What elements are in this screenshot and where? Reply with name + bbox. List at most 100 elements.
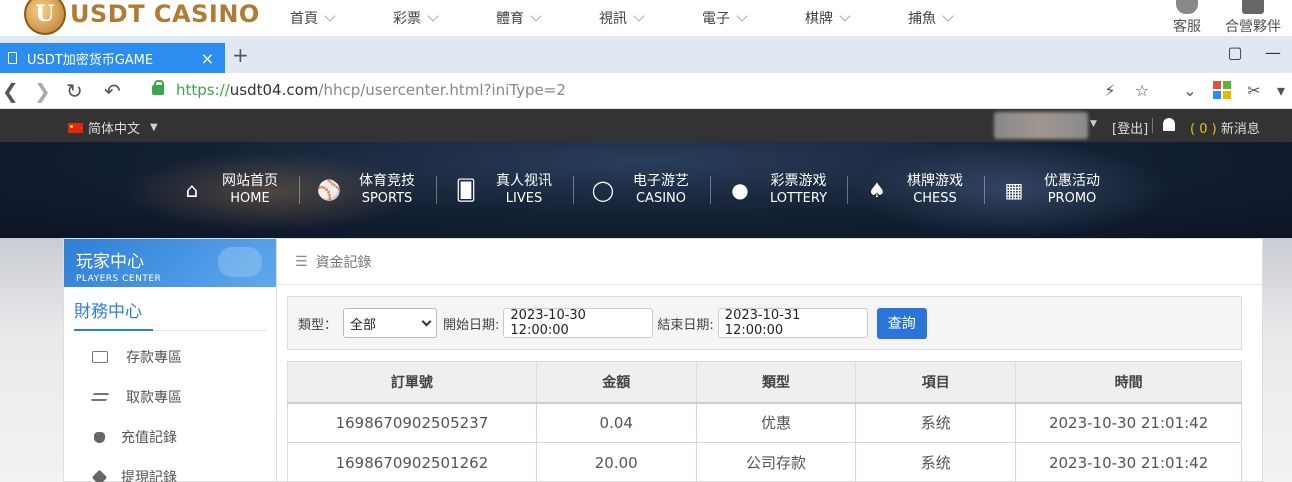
cell-type: 优惠 — [695, 402, 857, 443]
divider — [1152, 118, 1153, 133]
site-main-nav: 首頁 彩票 體育 視訊 電子 棋牌 捕魚 — [290, 8, 1011, 28]
category-cn: 体育竞技 — [359, 173, 415, 189]
shirt-icon[interactable]: ▢ — [1216, 43, 1254, 62]
browser-tab-active[interactable]: USDT加密货币GAME × — [0, 43, 225, 73]
category-lottery[interactable]: ● 彩票游戏 LOTTERY — [710, 172, 865, 208]
category-casino[interactable]: ◯ 电子游艺 CASINO — [573, 172, 728, 208]
start-date-input[interactable]: 2023-10-30 12:00:00 — [503, 308, 654, 338]
nav-home[interactable]: 首頁 — [290, 8, 393, 28]
site-top-nav: U USDT CASINO 首頁 彩票 體育 視訊 電子 棋牌 捕魚 客服 合營… — [0, 0, 1292, 37]
logout-link[interactable]: [登出] — [1112, 118, 1148, 137]
new-tab-button[interactable]: + — [232, 43, 249, 67]
cell-time: 2023-10-30 21:01:42 — [1015, 442, 1242, 482]
category-en: CASINO — [635, 191, 686, 206]
chat-bubble-icon — [1176, 0, 1198, 14]
sidebar-item-label: 充值記錄 — [121, 430, 177, 446]
star-icon[interactable]: ☆ — [1126, 81, 1158, 100]
category-lives[interactable]: 🂠 真人视讯 LIVES — [436, 172, 591, 208]
sidebar-item-label: 存款專區 — [126, 350, 182, 366]
category-promo[interactable]: ▦ 优惠活动 PROMO — [984, 172, 1139, 208]
category-en: SPORTS — [361, 191, 413, 206]
caret-down-icon: ▼ — [150, 122, 158, 133]
panel-header: ☰ 資金記錄 — [277, 239, 1262, 285]
chevron-down-icon — [736, 10, 748, 22]
nav-sports[interactable]: 體育 — [496, 8, 599, 28]
back-icon[interactable]: ❮ — [2, 79, 19, 103]
column-header-type: 類型 — [695, 361, 857, 404]
category-home[interactable]: ⌂ 网站首页 HOME — [180, 172, 317, 208]
messages-link[interactable]: ( 0 ) 新消息 — [1190, 118, 1260, 137]
divider — [1158, 81, 1174, 100]
partner-link[interactable]: 合營夥伴 — [1222, 0, 1284, 36]
table-row: 1698670902501262 20.00 公司存款 系统 2023-10-3… — [287, 442, 1242, 482]
category-en: LOTTERY — [770, 191, 828, 206]
minimize-icon[interactable]: — — [1254, 43, 1292, 62]
reload-icon[interactable]: ↻ — [66, 79, 83, 103]
language-selector[interactable]: 简体中文 ▼ — [68, 118, 158, 137]
caret-down-icon[interactable]: ▾ — [1270, 81, 1292, 100]
nav-label: 視訊 — [599, 11, 627, 27]
card-icon — [92, 351, 108, 363]
category-nav: ⌂ 网站首页 HOME ⚾ 体育竞技 SPORTS 🂠 真人视讯 LIVES ◯ 电子… — [180, 172, 1139, 208]
username-redacted[interactable] — [994, 112, 1088, 139]
menu-icon: ☰ — [295, 253, 308, 270]
column-header-item: 項目 — [855, 361, 1017, 404]
sidebar-item-deposit[interactable]: 存款專區 — [64, 337, 276, 377]
apps-grid-icon[interactable] — [1213, 81, 1231, 99]
document-icon — [8, 52, 17, 64]
nav-chess[interactable]: 棋牌 — [805, 8, 908, 28]
lightning-icon[interactable]: ⚡︎ — [1094, 81, 1126, 100]
chevron-down-icon — [427, 10, 439, 22]
customer-service-link[interactable]: 客服 — [1164, 0, 1210, 36]
query-button[interactable]: 查詢 — [876, 307, 927, 339]
hero-banner: ⌂ 网站首页 HOME ⚾ 体育竞技 SPORTS 🂠 真人视讯 LIVES ◯ 电子… — [0, 142, 1292, 238]
category-cn: 彩票游戏 — [770, 173, 827, 189]
chevron-down-icon[interactable]: ⌄ — [1174, 81, 1206, 100]
cell-item: 系统 — [855, 442, 1017, 482]
home-icon: ⌂ — [185, 178, 199, 202]
table-row: 1698670902505237 0.04 优惠 系统 2023-10-30 2… — [287, 402, 1242, 443]
sidebar-item-withdraw[interactable]: 取款專區 — [64, 377, 276, 417]
bell-icon[interactable] — [1163, 118, 1175, 131]
category-cn: 电子游艺 — [633, 173, 689, 189]
category-chess[interactable]: ♠ 棋牌游戏 CHESS — [847, 172, 1002, 208]
cell-order-id: 1698670902501262 — [287, 442, 537, 482]
category-sports[interactable]: ⚾ 体育竞技 SPORTS — [299, 172, 454, 208]
url-domain: usdt04.com — [229, 81, 319, 99]
scissors-icon[interactable]: ✂ — [1238, 81, 1270, 100]
sidebar-item-recharge-records[interactable]: 充值記錄 — [64, 417, 276, 457]
cell-amount: 0.04 — [535, 402, 697, 443]
forward-icon[interactable]: ❯ — [34, 79, 51, 103]
tab-title: USDT加密货币GAME — [27, 52, 154, 68]
player-center-sidebar: 玩家中心 PLAYERS CENTER 財務中心 存款專區 取款專區 充值記錄 … — [63, 238, 277, 482]
url-field[interactable]: https://usdt04.com/hhcp/usercenter.html?… — [152, 80, 566, 99]
close-icon[interactable]: × — [201, 49, 214, 68]
end-date-input[interactable]: 2023-10-31 12:00:00 — [717, 308, 868, 338]
chevron-down-icon — [324, 10, 336, 22]
nav-lottery[interactable]: 彩票 — [393, 8, 496, 28]
caret-down-icon[interactable]: ▼ — [1090, 119, 1097, 129]
type-select[interactable]: 全部 — [343, 308, 438, 338]
category-en: PROMO — [1047, 191, 1097, 206]
messages-count: ( 0 ) — [1190, 122, 1217, 137]
logo-text: USDT CASINO — [70, 0, 260, 28]
cell-time: 2023-10-30 21:01:42 — [1015, 402, 1242, 443]
chevron-down-icon — [942, 10, 954, 22]
sidebar-header: 玩家中心 PLAYERS CENTER — [64, 239, 276, 287]
chevron-down-icon — [633, 10, 645, 22]
nav-fishing[interactable]: 捕魚 — [908, 8, 1011, 28]
start-date-label: 開始日期: — [443, 317, 500, 333]
sidebar-item-withdraw-records[interactable]: 提現記錄 — [64, 457, 276, 482]
filter-bar: 類型： 全部 開始日期: 2023-10-30 12:00:00 結束日期: 2… — [287, 296, 1242, 350]
china-flag-icon — [68, 122, 83, 133]
chevron-down-icon — [530, 10, 542, 22]
type-select-value: 全部 — [350, 317, 377, 333]
nav-live[interactable]: 視訊 — [599, 8, 702, 28]
site-logo[interactable]: U USDT CASINO — [24, 0, 260, 35]
lock-icon — [152, 80, 164, 95]
nav-slots[interactable]: 電子 — [702, 8, 805, 28]
undo-icon[interactable]: ↶ — [104, 79, 121, 103]
lottery-balls-icon: ● — [731, 178, 749, 202]
funds-records-table: 訂單號 金額 類型 項目 時間 1698670902505237 0.04 优惠… — [287, 361, 1242, 482]
language-label: 简体中文 — [88, 122, 141, 137]
